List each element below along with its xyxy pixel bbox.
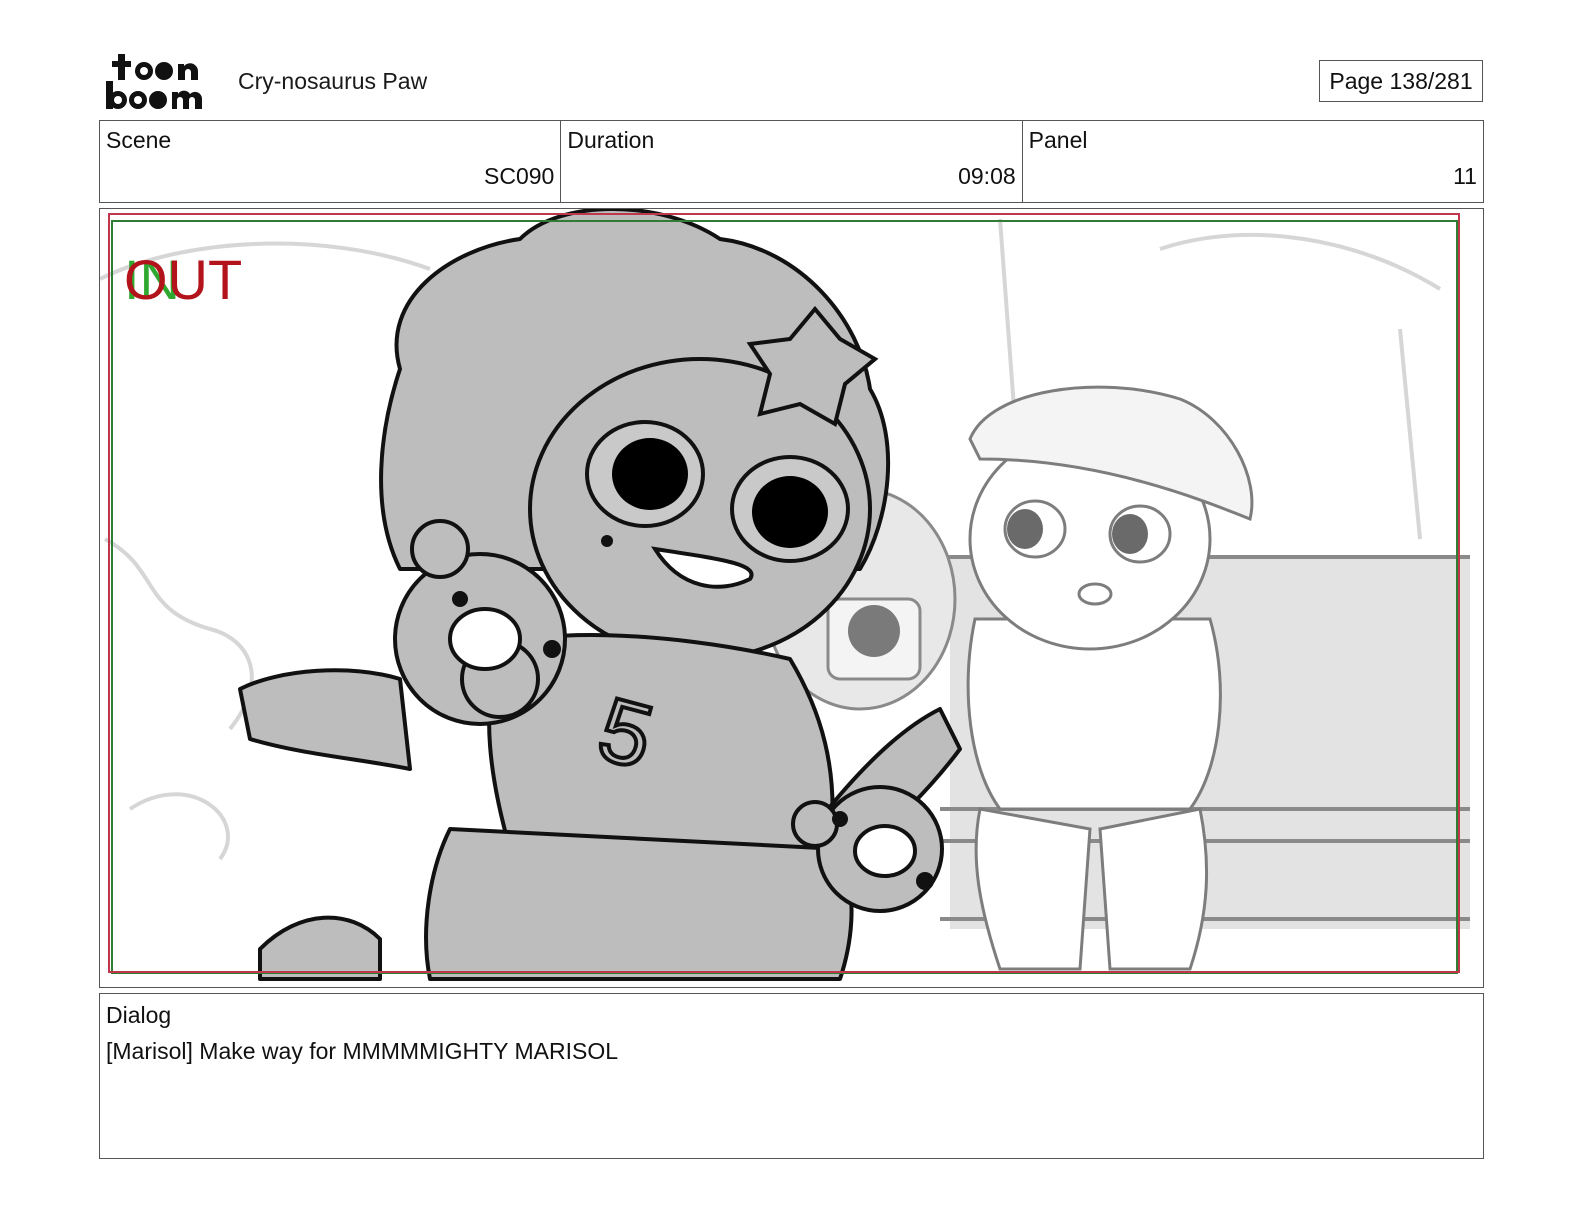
panel-value: 11 <box>1453 163 1477 189</box>
scene-value: SC090 <box>484 163 555 189</box>
duration-label: Duration <box>567 127 655 153</box>
scene-label: Scene <box>106 127 172 153</box>
duration-cell: Duration 09:08 <box>561 121 1023 202</box>
page-counter: Page 138/281 <box>1319 60 1483 102</box>
dialog-label: Dialog <box>106 1002 172 1028</box>
project-title: Cry-nosaurus Paw <box>238 68 428 94</box>
scene-cell: Scene SC090 <box>100 121 562 202</box>
panel-cell: Panel 11 <box>1023 121 1483 202</box>
duration-value: 09:08 <box>958 163 1016 189</box>
panel-sketch: 5 IN OUT <box>100 209 1483 987</box>
toon-boom-logo <box>106 54 203 109</box>
dialog-box: Dialog [Marisol] Make way for MMMMMIGHTY… <box>99 993 1484 1159</box>
panel-label: Panel <box>1028 127 1088 153</box>
storyboard-panel-image: 5 IN OUT <box>99 208 1484 988</box>
out-marker: OUT <box>124 248 242 311</box>
dialog-text: [Marisol] Make way for MMMMMIGHTY MARISO… <box>106 1038 619 1064</box>
storyboard-info-table: Scene SC090 Duration 09:08 Panel 11 <box>99 120 1484 203</box>
